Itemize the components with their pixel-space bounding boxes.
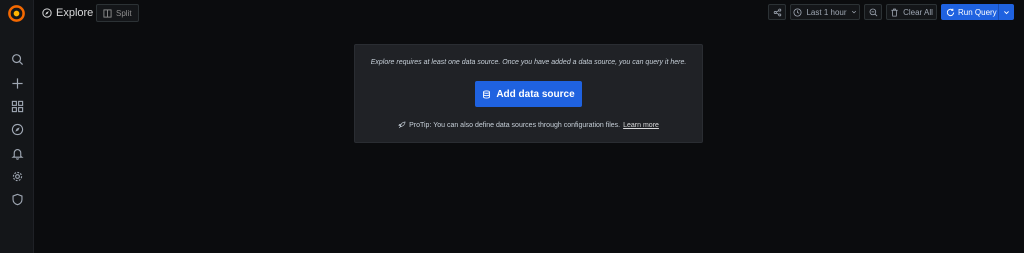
trash-icon [891, 8, 898, 17]
split-button[interactable]: Split [96, 4, 139, 22]
sidebar [0, 0, 34, 253]
rocket-icon [398, 121, 406, 129]
split-icon [103, 8, 112, 18]
add-data-source-button[interactable]: Add data source [475, 81, 582, 107]
gear-icon[interactable] [10, 169, 24, 183]
chevron-down-icon [851, 10, 856, 14]
compass-icon[interactable] [10, 122, 24, 136]
clear-all-label: Clear All [903, 7, 933, 17]
run-query-button[interactable]: Run Query [941, 4, 1014, 20]
time-range-label: Last 1 hour [806, 7, 847, 17]
compass-icon [42, 7, 52, 18]
run-query-label: Run Query [958, 7, 997, 17]
zoom-out-icon [869, 8, 877, 16]
zoom-out-button[interactable] [864, 4, 882, 20]
shield-icon[interactable] [10, 192, 24, 206]
share-button[interactable] [768, 4, 786, 20]
learn-more-link[interactable]: Learn more [623, 122, 659, 129]
clear-all-button[interactable]: Clear All [886, 4, 937, 20]
time-range-picker[interactable]: Last 1 hour [790, 4, 860, 20]
chevron-down-icon [1004, 10, 1010, 14]
empty-state-message: Explore requires at least one data sourc… [370, 59, 687, 66]
empty-state-panel: Explore requires at least one data sourc… [354, 44, 703, 143]
protip-text: ProTip: You can also define data sources… [409, 121, 621, 129]
split-label: Split [116, 8, 132, 18]
database-icon [483, 89, 491, 99]
page-title-text: Explore [56, 6, 94, 19]
grafana-logo-icon[interactable] [7, 4, 26, 23]
run-query-dropdown[interactable] [998, 4, 1014, 20]
refresh-icon [946, 8, 955, 16]
protip: ProTip: You can also define data sources… [355, 121, 702, 129]
run-query-main[interactable]: Run Query [941, 8, 998, 17]
share-icon [773, 8, 781, 16]
plus-icon[interactable] [10, 76, 24, 90]
add-data-source-label: Add data source [496, 88, 575, 100]
page-title: Explore [42, 5, 93, 20]
bell-icon[interactable] [10, 146, 24, 160]
dashboards-icon[interactable] [10, 99, 24, 113]
clock-icon [793, 7, 802, 17]
search-icon[interactable] [10, 52, 24, 66]
